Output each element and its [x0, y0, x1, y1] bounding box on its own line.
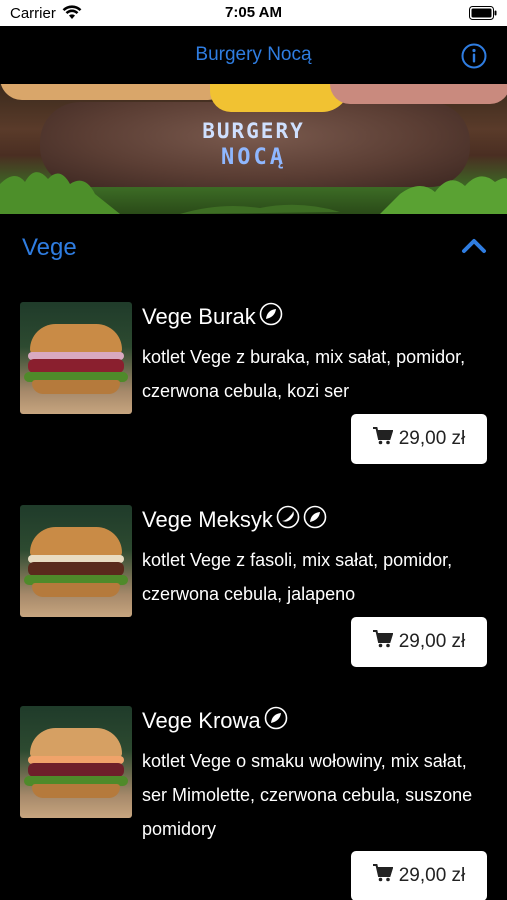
menu-item[interactable]: Vege Krowa kotlet Vege o smaku wołowiny,…	[0, 706, 507, 900]
item-title: Vege Meksyk	[142, 505, 327, 535]
cart-icon	[372, 864, 394, 888]
burger-thumbnail	[20, 505, 132, 617]
cart-icon	[372, 630, 394, 654]
item-title: Vege Burak	[142, 302, 283, 332]
info-circle-icon[interactable]	[461, 43, 487, 74]
menu-item[interactable]: Vege Burak kotlet Vege z buraka, mix sał…	[0, 302, 507, 472]
category-header-vege[interactable]: Vege	[0, 214, 507, 280]
item-name: Vege Krowa	[142, 708, 261, 733]
item-name: Vege Burak	[142, 304, 256, 329]
item-description: kotlet Vege o smaku wołowiny, mix sałat,…	[142, 751, 473, 839]
menu-item[interactable]: Vege Meksyk kotlet Vege z fasoli, mix sa…	[0, 505, 507, 675]
navigation-bar: Burgery Nocą	[0, 26, 507, 84]
add-to-cart-button[interactable]: 29,00 zł	[351, 617, 487, 667]
burger-thumbnail	[20, 706, 132, 818]
price-label: 29,00 zł	[398, 865, 466, 886]
price-label: 29,00 zł	[398, 428, 466, 449]
logo-line-2: NOCĄ	[221, 145, 286, 170]
leaf-icon	[303, 505, 327, 535]
chili-icon	[276, 505, 300, 535]
brand-logo: BURGERY NOCĄ	[0, 119, 507, 170]
item-description: kotlet Vege z fasoli, mix sałat, pomidor…	[142, 550, 453, 604]
status-bar: Carrier 7:05 AM	[0, 0, 507, 26]
logo-line-1: BURGERY	[202, 119, 305, 143]
hero-banner-image: BURGERY NOCĄ	[0, 84, 507, 214]
category-name: Vege	[22, 234, 77, 261]
price-label: 29,00 zł	[398, 631, 466, 652]
item-title: Vege Krowa	[142, 706, 288, 736]
burger-thumbnail	[20, 302, 132, 414]
leaf-icon	[259, 302, 283, 332]
item-name: Vege Meksyk	[142, 507, 273, 532]
cart-icon	[372, 427, 394, 451]
add-to-cart-button[interactable]: 29,00 zł	[351, 851, 487, 900]
battery-icon	[469, 6, 497, 25]
status-time: 7:05 AM	[225, 4, 282, 21]
chevron-up-icon[interactable]	[461, 236, 487, 259]
item-description: kotlet Vege z buraka, mix sałat, pomidor…	[142, 347, 466, 401]
add-to-cart-button[interactable]: 29,00 zł	[351, 414, 487, 464]
leaf-icon	[264, 706, 288, 736]
page-title: Burgery Nocą	[195, 44, 312, 65]
